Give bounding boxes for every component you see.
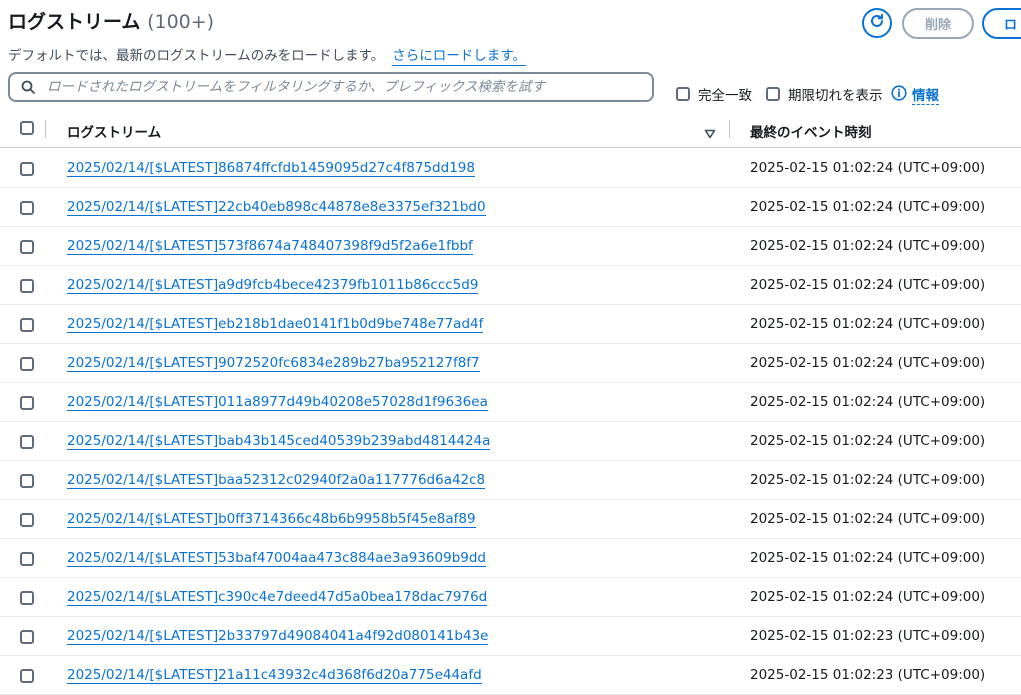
search-input[interactable]	[45, 78, 652, 96]
sort-desc-icon[interactable]	[704, 124, 716, 143]
row-checkbox[interactable]	[20, 669, 34, 683]
row-checkbox[interactable]	[20, 240, 34, 254]
row-checkbox[interactable]	[20, 279, 34, 293]
last-event-time: 2025-02-15 01:02:24 (UTC+09:00)	[750, 160, 986, 176]
last-event-time: 2025-02-15 01:02:24 (UTC+09:00)	[750, 277, 986, 293]
log-stream-link[interactable]: 2025/02/14/[$LATEST]b0ff3714366c48b6b995…	[67, 511, 476, 528]
show-expired-checkbox[interactable]	[766, 87, 780, 101]
log-stream-link[interactable]: 2025/02/14/[$LATEST]21a11c43932c4d368f6d…	[67, 667, 482, 684]
log-stream-link[interactable]: 2025/02/14/[$LATEST]22cb40eb898c44878e8e…	[67, 199, 486, 216]
log-stream-link[interactable]: 2025/02/14/[$LATEST]baa52312c02940f2a0a1…	[67, 472, 486, 489]
refresh-icon	[869, 13, 885, 33]
info-link[interactable]: 情報	[891, 84, 939, 105]
log-stream-link[interactable]: 2025/02/14/[$LATEST]9072520fc6834e289b27…	[67, 355, 480, 372]
last-event-time: 2025-02-15 01:02:24 (UTC+09:00)	[750, 238, 986, 254]
log-stream-link[interactable]: 2025/02/14/[$LATEST]2b33797d49084041a4f9…	[67, 628, 489, 645]
search-field[interactable]	[8, 72, 654, 102]
load-description-text: デフォルトでは、最新のログストリームのみをロードします。	[8, 48, 385, 64]
table-row: 2025/02/14/[$LATEST]53baf47004aa473c884a…	[0, 539, 1021, 578]
log-stream-table-body: 2025/02/14/[$LATEST]86874ffcfdb1459095d2…	[0, 149, 1021, 695]
row-checkbox[interactable]	[20, 201, 34, 215]
page-header: ログストリーム (100+) 削除 ロ デフォルトでは、最新のログストリームのみ…	[0, 0, 1021, 110]
row-checkbox[interactable]	[20, 357, 34, 371]
page-title-text: ログストリーム	[8, 11, 141, 33]
stream-count: (100+)	[147, 11, 215, 33]
table-row: 2025/02/14/[$LATEST]2b33797d49084041a4f9…	[0, 617, 1021, 656]
last-event-time: 2025-02-15 01:02:24 (UTC+09:00)	[750, 355, 986, 371]
show-expired-label: 期限切れを表示	[788, 88, 883, 104]
row-checkbox[interactable]	[20, 513, 34, 527]
last-event-time: 2025-02-15 01:02:24 (UTC+09:00)	[750, 550, 986, 566]
last-event-time: 2025-02-15 01:02:24 (UTC+09:00)	[750, 316, 986, 332]
table-row: 2025/02/14/[$LATEST]eb218b1dae0141f1b0d9…	[0, 305, 1021, 344]
table-row: 2025/02/14/[$LATEST]011a8977d49b40208e57…	[0, 383, 1021, 422]
log-stream-link[interactable]: 2025/02/14/[$LATEST]86874ffcfdb1459095d2…	[67, 160, 475, 177]
last-event-time: 2025-02-15 01:02:24 (UTC+09:00)	[750, 589, 986, 605]
log-stream-link[interactable]: 2025/02/14/[$LATEST]a9d9fcb4bece42379fb1…	[67, 277, 479, 294]
exact-match-option[interactable]: 完全一致	[676, 84, 752, 104]
table-row: 2025/02/14/[$LATEST]9072520fc6834e289b27…	[0, 344, 1021, 383]
log-stream-link[interactable]: 2025/02/14/[$LATEST]011a8977d49b40208e57…	[67, 394, 488, 411]
last-event-time: 2025-02-15 01:02:24 (UTC+09:00)	[750, 394, 986, 410]
last-event-time: 2025-02-15 01:02:23 (UTC+09:00)	[750, 628, 986, 644]
row-checkbox[interactable]	[20, 318, 34, 332]
info-link-label: 情報	[912, 84, 939, 105]
row-checkbox[interactable]	[20, 591, 34, 605]
load-description: デフォルトでは、最新のログストリームのみをロードします。 さらにロードします。	[8, 44, 526, 66]
row-checkbox[interactable]	[20, 396, 34, 410]
row-checkbox[interactable]	[20, 474, 34, 488]
column-divider[interactable]	[729, 120, 730, 138]
row-checkbox[interactable]	[20, 552, 34, 566]
refresh-button[interactable]	[862, 8, 892, 38]
exact-match-checkbox[interactable]	[676, 87, 690, 101]
column-header-last-event-time[interactable]: 最終のイベント時刻	[750, 121, 872, 141]
last-event-time: 2025-02-15 01:02:24 (UTC+09:00)	[750, 511, 986, 527]
column-header-log-stream[interactable]: ログストリーム	[67, 121, 161, 141]
row-checkbox[interactable]	[20, 162, 34, 176]
table-row: 2025/02/14/[$LATEST]573f8674a748407398f9…	[0, 227, 1021, 266]
row-checkbox[interactable]	[20, 630, 34, 644]
page-title: ログストリーム (100+)	[8, 7, 214, 34]
column-divider[interactable]	[45, 120, 46, 138]
table-row: 2025/02/14/[$LATEST]c390c4e7deed47d5a0be…	[0, 578, 1021, 617]
info-icon	[891, 84, 907, 105]
log-stream-link[interactable]: 2025/02/14/[$LATEST]c390c4e7deed47d5a0be…	[67, 589, 488, 606]
delete-button[interactable]: 削除	[902, 8, 974, 39]
select-all-checkbox[interactable]	[20, 121, 34, 135]
create-log-stream-button[interactable]: ロ	[982, 8, 1021, 39]
table-row: 2025/02/14/[$LATEST]21a11c43932c4d368f6d…	[0, 656, 1021, 695]
last-event-time: 2025-02-15 01:02:24 (UTC+09:00)	[750, 199, 986, 215]
exact-match-label: 完全一致	[698, 88, 752, 104]
table-header: ログストリーム 最終のイベント時刻	[0, 110, 1021, 148]
log-stream-link[interactable]: 2025/02/14/[$LATEST]53baf47004aa473c884a…	[67, 550, 486, 567]
last-event-time: 2025-02-15 01:02:24 (UTC+09:00)	[750, 433, 986, 449]
show-expired-option[interactable]: 期限切れを表示	[766, 84, 883, 104]
table-row: 2025/02/14/[$LATEST]22cb40eb898c44878e8e…	[0, 188, 1021, 227]
search-icon	[21, 80, 35, 94]
log-stream-link[interactable]: 2025/02/14/[$LATEST]573f8674a748407398f9…	[67, 238, 473, 255]
table-row: 2025/02/14/[$LATEST]86874ffcfdb1459095d2…	[0, 149, 1021, 188]
row-checkbox[interactable]	[20, 435, 34, 449]
table-row: 2025/02/14/[$LATEST]bab43b145ced40539b23…	[0, 422, 1021, 461]
table-row: 2025/02/14/[$LATEST]b0ff3714366c48b6b995…	[0, 500, 1021, 539]
last-event-time: 2025-02-15 01:02:24 (UTC+09:00)	[750, 472, 986, 488]
load-more-link[interactable]: さらにロードします。	[392, 48, 526, 66]
last-event-time: 2025-02-15 01:02:23 (UTC+09:00)	[750, 667, 986, 683]
log-stream-link[interactable]: 2025/02/14/[$LATEST]eb218b1dae0141f1b0d9…	[67, 316, 484, 333]
log-stream-link[interactable]: 2025/02/14/[$LATEST]bab43b145ced40539b23…	[67, 433, 491, 450]
table-row: 2025/02/14/[$LATEST]baa52312c02940f2a0a1…	[0, 461, 1021, 500]
table-row: 2025/02/14/[$LATEST]a9d9fcb4bece42379fb1…	[0, 266, 1021, 305]
